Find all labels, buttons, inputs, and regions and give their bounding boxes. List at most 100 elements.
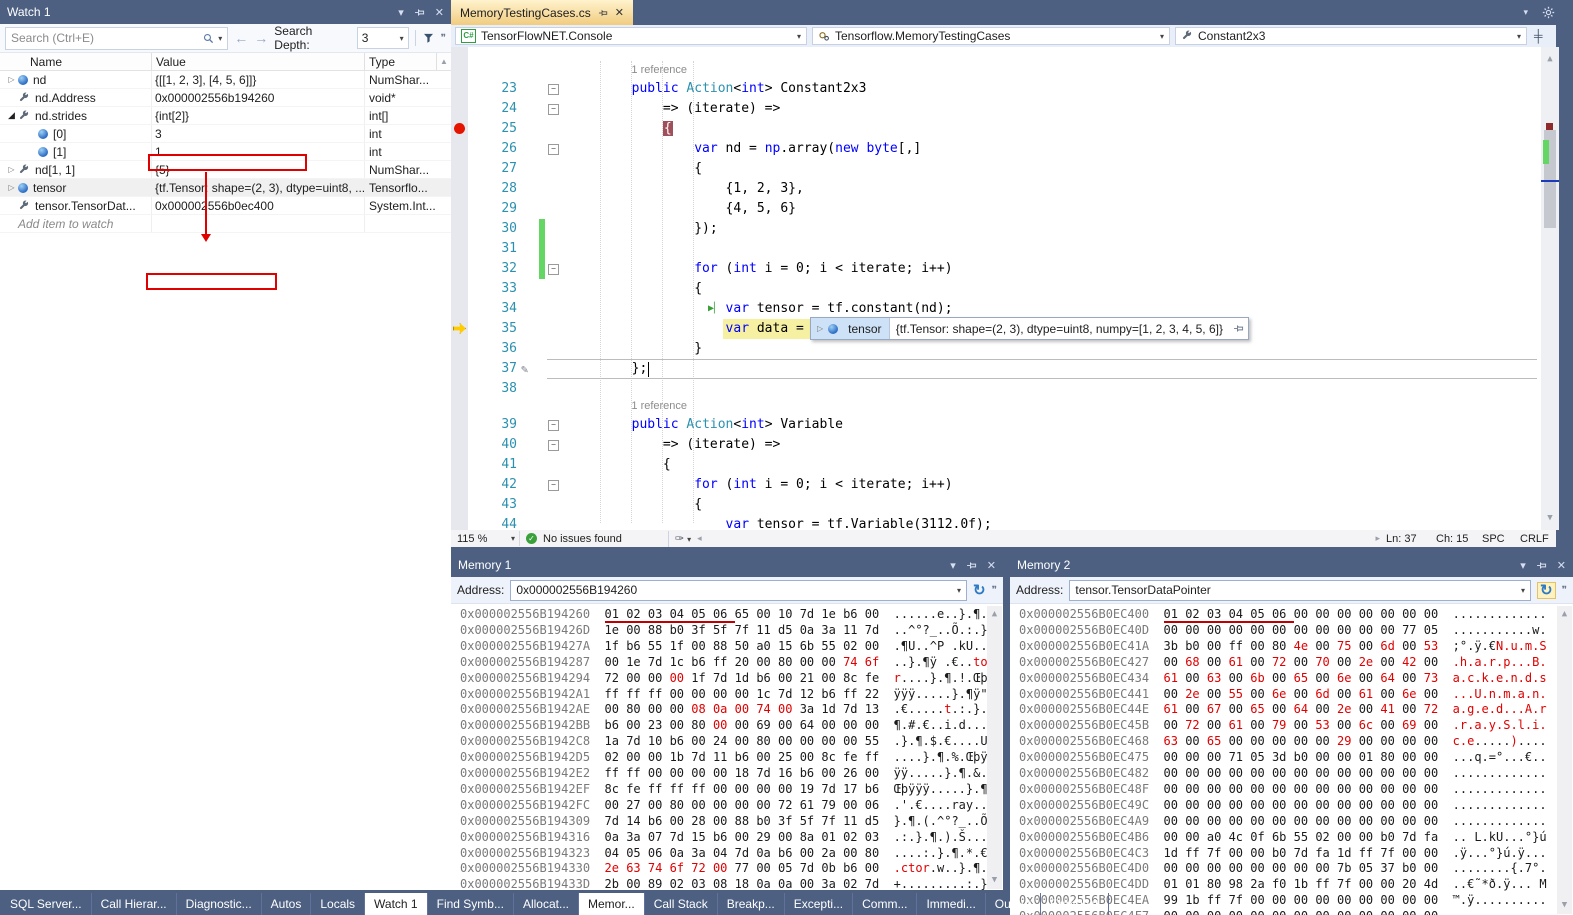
line-number[interactable]: 32 [471, 259, 517, 279]
memory-row[interactable]: 0x000002556B0EC441 00 2e 00 55 00 6e 00 … [1019, 687, 1547, 702]
column-header-value[interactable]: Value [152, 53, 365, 70]
line-number[interactable]: 27 [471, 159, 517, 179]
memory-row[interactable]: 0x000002556B0EC48F 00 00 00 00 00 00 00 … [1019, 782, 1547, 797]
toolbar-overflow-icon[interactable]: ❞ [992, 585, 997, 596]
window-dropdown-icon[interactable]: ▾ [398, 6, 404, 19]
watch-value-cell[interactable]: 0x000002556b194260 [152, 89, 365, 106]
breakpoint-margin[interactable] [451, 47, 468, 530]
search-dropdown-icon[interactable]: ▾ [218, 34, 222, 43]
memory1-content[interactable]: ▲ ▼ 0x000002556B194260 01 02 03 04 05 06… [451, 604, 1003, 890]
memory-row[interactable]: 0x000002556B19433D 2b 00 89 02 03 08 18 … [460, 877, 988, 890]
tool-window-tab[interactable]: Output [986, 893, 1041, 915]
address-dropdown-icon[interactable]: ▾ [1521, 586, 1525, 595]
tool-window-tab[interactable]: Allocat... [514, 893, 579, 915]
fold-collapse-icon[interactable]: − [548, 480, 559, 491]
document-tab[interactable]: MemoryTestingCases.cs ✕ [451, 0, 633, 25]
memory-row[interactable]: 0x000002556B194260 01 02 03 04 05 06 65 … [460, 607, 988, 622]
code-line[interactable]: { [569, 159, 702, 179]
datatip-variable[interactable]: ▷tensor [811, 318, 890, 339]
watch-name-cell[interactable]: ▷tensor [0, 179, 152, 196]
filter-icon[interactable] [422, 32, 435, 44]
tool-window-tab[interactable]: Call Stack [645, 893, 718, 915]
gear-icon[interactable] [1542, 6, 1555, 19]
column-header-name[interactable]: Name [0, 53, 152, 70]
hscroll-left-icon[interactable]: ◂ [697, 533, 702, 544]
memory-row[interactable]: 0x000002556B1942AE 00 80 00 00 08 0a 00 … [460, 702, 988, 717]
line-number[interactable]: 25 [471, 119, 517, 139]
code-line[interactable]: { [569, 119, 673, 139]
scroll-up-icon[interactable]: ▲ [987, 607, 1002, 622]
memory-row[interactable]: 0x000002556B0EC40D 00 00 00 00 00 00 00 … [1019, 623, 1547, 638]
memory2-scrollbar[interactable]: ▲ ▼ [1557, 606, 1572, 914]
memory-row[interactable]: 0x000002556B194330 2e 63 74 6f 72 00 77 … [460, 861, 988, 876]
memory-row[interactable]: 0x000002556B1942BB b6 00 23 00 80 00 00 … [460, 718, 988, 733]
editor-dropdown-icon[interactable]: ▾ [1523, 7, 1528, 18]
line-number[interactable]: 37 [471, 359, 517, 379]
watch-value-cell[interactable]: 0x000002556b0ec400 [152, 197, 365, 214]
project-dropdown[interactable]: C# TensorFlowNET.Console ▾ [455, 27, 807, 45]
scrollbar-up-icon[interactable]: ▲ [437, 53, 451, 70]
forward-arrow-icon[interactable]: → [254, 30, 268, 46]
tool-window-tab[interactable]: Find Symb... [428, 893, 514, 915]
watch-row[interactable]: ▷nd{[[1, 2, 3], [4, 5, 6]]}NumShar... [0, 71, 451, 89]
memory-row[interactable]: 0x000002556B0EC482 00 00 00 00 00 00 00 … [1019, 766, 1547, 781]
code-line[interactable]: public Action<int> Variable [569, 415, 843, 435]
memory-row[interactable]: 0x000002556B19426D 1e 00 88 b0 3f 5f 7f … [460, 623, 988, 638]
memory1-scrollbar[interactable]: ▲ ▼ [987, 606, 1002, 889]
line-number[interactable]: 23 [471, 79, 517, 99]
watch-row[interactable]: Add item to watch [0, 215, 451, 233]
datatip-tooltip[interactable]: ▷tensor{tf.Tensor: shape=(2, 3), dtype=u… [810, 317, 1249, 340]
memory-row[interactable]: 0x000002556B0EC44E 61 00 67 00 65 00 64 … [1019, 702, 1547, 717]
search-input[interactable]: Search (Ctrl+E) ▾ [5, 27, 228, 50]
code-line[interactable]: { [569, 455, 671, 475]
line-number[interactable]: 24 [471, 99, 517, 119]
watch-row[interactable]: nd.Address0x000002556b194260void* [0, 89, 451, 107]
line-number[interactable]: 26 [471, 139, 517, 159]
watch-value-cell[interactable]: 1 [152, 143, 365, 160]
memory-row[interactable]: 0x000002556B194316 0a 3a 07 7d 15 b6 00 … [460, 830, 988, 845]
memory-row[interactable]: 0x000002556B0EC400 01 02 03 04 05 06 00 … [1019, 607, 1547, 622]
watch-value-cell[interactable]: {int[2]} [152, 107, 365, 124]
code-cleanup-icon[interactable]: ✑▾ [675, 532, 691, 545]
code-line[interactable]: var data = [569, 319, 804, 339]
memory2-content[interactable]: ▲ ▼ 0x000002556B0EC400 01 02 03 04 05 06… [1010, 604, 1573, 915]
watch-name-cell[interactable]: ◢nd.strides [0, 107, 152, 124]
tool-window-tab[interactable]: Memor... [579, 893, 645, 915]
watch-title-bar[interactable]: Watch 1 ▾ ✕ [0, 0, 451, 24]
memory-row[interactable]: 0x000002556B1942FC 00 27 00 80 00 00 00 … [460, 798, 988, 813]
memory-row[interactable]: 0x000002556B0EC434 61 00 63 00 6b 00 65 … [1019, 671, 1547, 686]
watch-name-cell[interactable]: ▷nd [0, 71, 152, 88]
scroll-down-icon[interactable]: ▼ [1557, 898, 1572, 913]
toolbar-overflow-icon[interactable]: ❞ [1562, 585, 1567, 596]
tool-window-tab[interactable]: Call Hierar... [92, 893, 177, 915]
memory-row[interactable]: 0x000002556B1942EF 8c fe ff ff ff 00 00 … [460, 782, 988, 797]
fold-collapse-icon[interactable]: − [548, 420, 559, 431]
datatip-pin-icon[interactable] [1229, 323, 1248, 334]
pin-icon[interactable] [1536, 560, 1547, 571]
line-number[interactable]: 36 [471, 339, 517, 359]
watch-value-cell[interactable] [152, 215, 365, 232]
tool-window-tab[interactable]: Locals [311, 893, 365, 915]
memory-row[interactable]: 0x000002556B19427A 1f b6 55 1f 00 88 50 … [460, 639, 988, 654]
memory-row[interactable]: 0x000002556B0EC475 00 00 00 71 05 3d b0 … [1019, 750, 1547, 765]
codelens-references[interactable]: 1 reference [631, 63, 687, 78]
tool-window-tab[interactable]: Error List [1041, 893, 1109, 915]
code-line[interactable]: var tensor = tf.Variable(3112.0f); [569, 515, 992, 530]
expand-icon[interactable]: ▷ [5, 183, 18, 192]
watch-row[interactable]: [0]3int [0, 125, 451, 143]
fold-collapse-icon[interactable]: − [548, 84, 559, 95]
code-editor[interactable]: 1 reference23− public Action<int> Consta… [451, 47, 1559, 530]
memory-row[interactable]: 0x000002556B0EC427 00 68 00 61 00 72 00 … [1019, 655, 1547, 670]
line-number[interactable]: 44 [471, 515, 517, 530]
line-number[interactable]: 43 [471, 495, 517, 515]
watch-row[interactable]: [1]1int [0, 143, 451, 161]
tool-window-tab[interactable]: Watch 1 [365, 893, 428, 915]
code-line[interactable]: => (iterate) => [569, 99, 780, 119]
watch-value-cell[interactable]: {tf.Tensor: shape=(2, 3), dtype=uint8, .… [152, 179, 365, 196]
fold-collapse-icon[interactable]: − [548, 104, 559, 115]
memory-row[interactable]: 0x000002556B1942E2 ff ff 00 00 00 00 18 … [460, 766, 988, 781]
tool-window-tab[interactable]: Comm... [853, 893, 917, 915]
refresh-icon[interactable]: ↻ [1537, 582, 1556, 599]
memory-row[interactable]: 0x000002556B0EC4DD 01 01 80 98 2a f0 1b … [1019, 877, 1547, 892]
memory-row[interactable]: 0x000002556B1942D5 02 00 00 1b 7d 11 b6 … [460, 750, 988, 765]
